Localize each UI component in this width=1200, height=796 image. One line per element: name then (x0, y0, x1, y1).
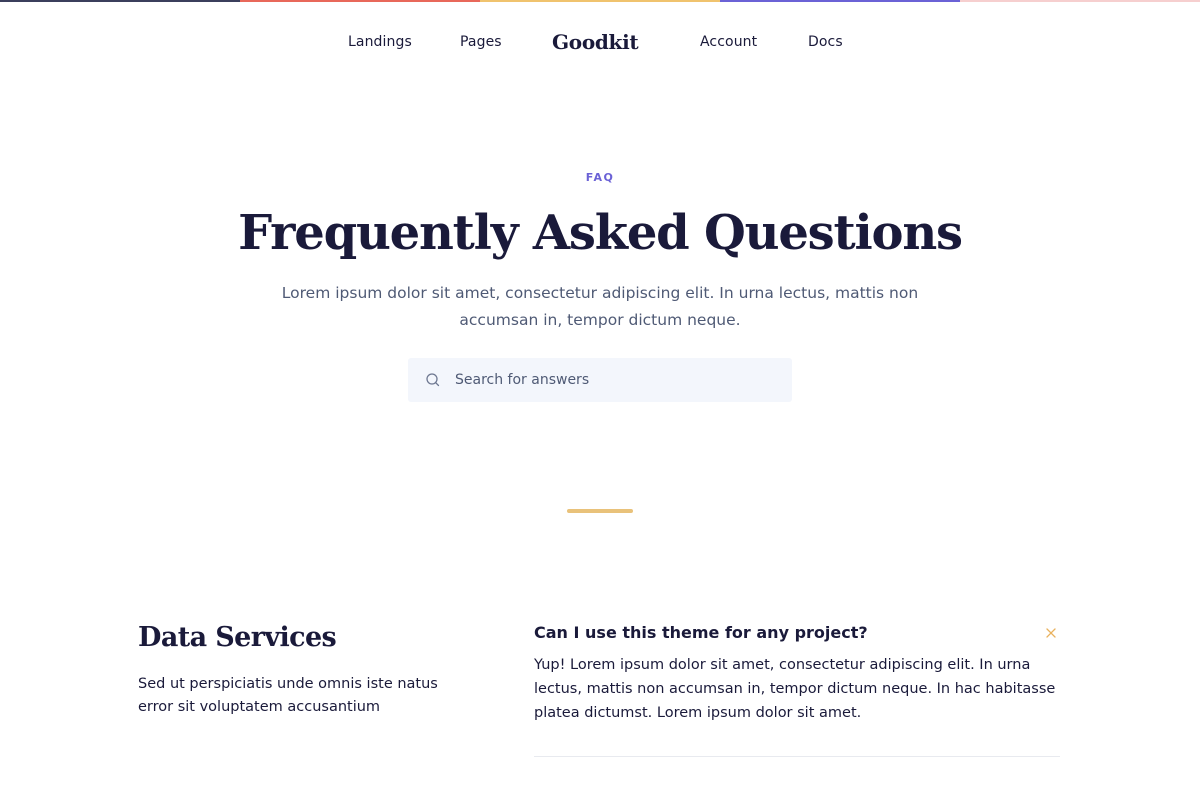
close-icon[interactable] (1042, 624, 1060, 642)
category-title: Data Services (138, 622, 337, 653)
strip-segment (0, 0, 240, 2)
faq-question[interactable]: Can I use this theme for any project? (534, 620, 1014, 646)
search-box (408, 358, 792, 402)
strip-segment (480, 0, 720, 2)
strip-segment (960, 0, 1200, 2)
nav-item-account[interactable]: Account (700, 34, 757, 50)
section-divider (567, 509, 633, 513)
faq-eyebrow: FAQ (585, 171, 615, 184)
strip-segment (720, 0, 960, 2)
page-title: Frequently Asked Questions (238, 205, 963, 261)
search-input[interactable] (455, 358, 775, 402)
top-color-strip (0, 0, 1200, 2)
logo[interactable]: Goodkit (552, 30, 639, 54)
faq-separator (534, 756, 1060, 757)
strip-segment (240, 0, 480, 2)
hero-lead: Lorem ipsum dolor sit amet, consectetur … (281, 284, 919, 329)
faq-answer: Yup! Lorem ipsum dolor sit amet, consect… (534, 657, 1056, 721)
category-description: Sed ut perspiciatis unde omnis iste natu… (138, 676, 438, 715)
search-icon (424, 371, 442, 389)
nav-item-docs[interactable]: Docs (808, 34, 843, 50)
nav-item-landings[interactable]: Landings (348, 34, 412, 50)
nav-item-pages[interactable]: Pages (460, 34, 502, 50)
main-nav: Landings Pages Goodkit Account Docs (0, 30, 1200, 58)
